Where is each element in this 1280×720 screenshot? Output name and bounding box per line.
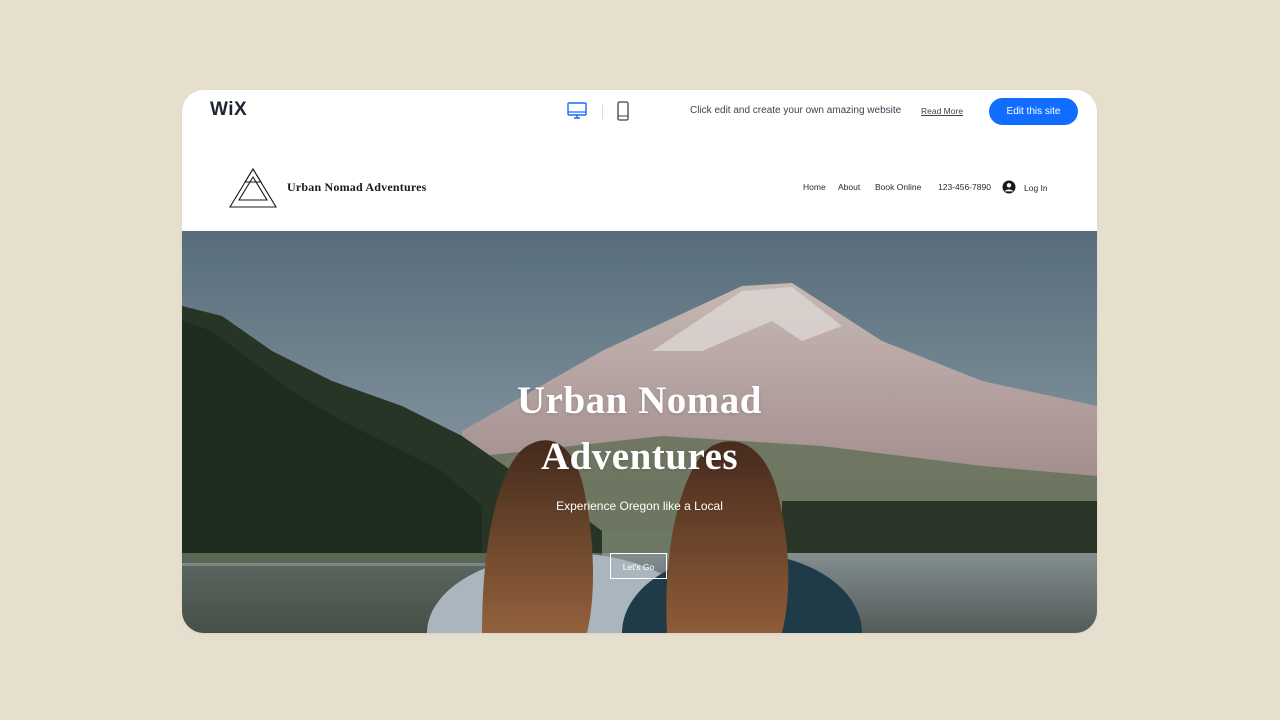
site-name[interactable]: Urban Nomad Adventures	[287, 180, 427, 195]
mobile-icon[interactable]	[616, 100, 630, 122]
promo-text: Click edit and create your own amazing w…	[690, 105, 902, 116]
read-more-link[interactable]: Read More	[921, 106, 963, 116]
user-avatar-icon[interactable]	[1002, 180, 1016, 194]
triangle-logo-icon[interactable]	[228, 167, 278, 209]
hero-title-line2: Adventures	[540, 435, 739, 478]
edit-site-button[interactable]: Edit this site	[989, 98, 1078, 125]
site-header: Urban Nomad Adventures Home About Book O…	[182, 134, 1097, 231]
desktop-icon[interactable]	[566, 101, 588, 121]
phone-number: 123-456-7890	[938, 182, 991, 192]
nav-book-online[interactable]: Book Online	[875, 182, 921, 192]
device-divider	[602, 105, 603, 119]
wix-logo[interactable]: WiX	[210, 99, 247, 121]
nav-home[interactable]: Home	[803, 182, 826, 192]
hero-section: Urban Nomad Adventures Experience Oregon…	[182, 231, 1097, 633]
hero-title: Urban Nomad Adventures	[182, 373, 1097, 485]
nav-about[interactable]: About	[838, 182, 860, 192]
hero-subtitle: Experience Oregon like a Local	[556, 499, 723, 513]
hero-title-line1: Urban Nomad	[517, 379, 762, 422]
wix-editor-bar: WiX Click edit and create your own amazi…	[182, 90, 1097, 135]
lets-go-button[interactable]: Let's Go	[610, 553, 667, 579]
browser-frame: WiX Click edit and create your own amazi…	[182, 90, 1097, 633]
login-link[interactable]: Log In	[1024, 183, 1048, 193]
